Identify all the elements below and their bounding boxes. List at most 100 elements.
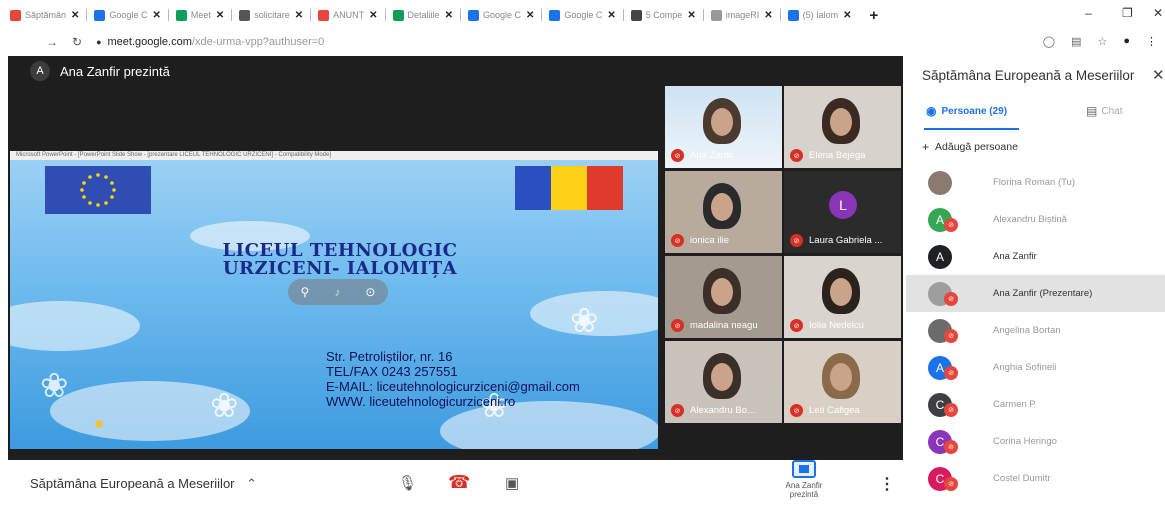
participant-name: Angelina Bortan <box>993 325 1061 336</box>
participant-row[interactable]: ⊘ Angelina Bortan <box>906 312 1165 349</box>
minimize-icon[interactable]: – <box>1085 6 1092 20</box>
participant-row[interactable]: Florina Roman (Tu) <box>906 164 1165 201</box>
tab-close-icon[interactable]: ✕ <box>607 10 615 21</box>
end-call-button[interactable]: ☎ <box>448 472 470 493</box>
tab-favicon-icon <box>10 9 21 21</box>
shared-slide: Microsoft PowerPoint - [PowerPoint Slide… <box>10 151 658 449</box>
tab-close-icon[interactable]: ✕ <box>843 10 851 21</box>
forward-icon[interactable]: → <box>46 35 58 49</box>
tab-close-icon[interactable]: ✕ <box>369 10 377 21</box>
participant-name: Anghia Sofineli <box>993 362 1057 373</box>
mic-off-icon: ⊘ <box>944 217 958 232</box>
add-person-icon: + <box>922 140 930 154</box>
participant-row[interactable]: ⊘ Ana Zanfir (Prezentare) <box>906 275 1165 312</box>
browser-tab[interactable]: Meet ✕ <box>172 6 228 24</box>
video-tile[interactable]: ⊘ Alexandru Bo... <box>665 341 782 423</box>
browser-tab[interactable]: ANUNȚ ✕ <box>314 6 381 24</box>
tab-close-icon[interactable]: ✕ <box>526 10 534 21</box>
tab-close-icon[interactable]: ✕ <box>71 10 79 21</box>
tab-title: Google C <box>109 10 148 20</box>
tab-title: Detaliile <box>407 10 440 20</box>
browser-tab[interactable]: Google C ✕ <box>90 6 164 24</box>
browser-tab[interactable]: 5 Compe ✕ <box>627 6 700 24</box>
tab-close-icon[interactable]: ✕ <box>764 10 772 21</box>
participant-row[interactable]: C ⊘ Carmen P <box>906 386 1165 423</box>
tab-close-icon[interactable]: ✕ <box>687 10 695 21</box>
pin-icon[interactable]: ⚲ <box>301 285 310 299</box>
browser-tab[interactable]: solicitare ✕ <box>235 6 307 24</box>
participant-name: Florina Roman (Tu) <box>993 177 1076 188</box>
participant-name: Costel Dumitr <box>993 473 1051 484</box>
participant-avatar: C ⊘ <box>928 392 958 417</box>
participant-avatar: L <box>829 191 857 219</box>
mic-off-icon: ⊘ <box>944 402 958 417</box>
new-tab-icon[interactable]: + <box>870 7 879 24</box>
browser-menu-icon[interactable]: ⋮ <box>1146 35 1157 48</box>
panel-title: Săptămâna Europeană a Meseriilor <box>922 68 1135 83</box>
eu-flag <box>45 166 151 214</box>
tab-favicon-icon <box>392 9 404 21</box>
mute-icon[interactable]: ♪ <box>334 285 340 299</box>
participant-row[interactable]: A ⊘ Anghia Sofineli <box>906 349 1165 386</box>
butterfly-decoration: ❀ <box>570 302 599 340</box>
romania-flag <box>515 166 623 210</box>
video-tile[interactable]: ⊘ Ana Zanfir <box>665 86 782 168</box>
mic-off-icon: ⊘ <box>944 328 958 343</box>
browser-tab[interactable]: (5) Ialom ✕ <box>784 6 856 24</box>
camera-button[interactable]: ▣ <box>505 474 519 492</box>
browser-tab[interactable]: imageRI ✕ <box>707 6 777 24</box>
browser-tab-bar: Săptămân ✕ Google C ✕ Meet ✕ solicitare ✕ ANUNȚ ✕… <box>0 0 1165 30</box>
mic-off-icon: ⊘ <box>944 291 958 306</box>
profile-icon[interactable]: ● <box>1123 35 1130 48</box>
close-icon[interactable]: ✕ <box>1152 66 1165 84</box>
bookmark-star-icon[interactable]: ☆ <box>1097 35 1107 48</box>
video-tile[interactable]: L ⊘ Laura Gabriela ... <box>784 171 901 253</box>
participant-avatar: A ⊘ <box>928 207 958 232</box>
tab-people[interactable]: ◉ Persoane (29) <box>926 104 1007 118</box>
add-people-button[interactable]: + Adăugă persoane <box>922 140 1018 154</box>
share-icon[interactable]: ▤ <box>1071 35 1081 48</box>
butterfly-decoration: ❀ <box>210 387 239 425</box>
url-field[interactable]: meet.google.com/xde-urma-vpp?authuser=0 <box>108 36 325 48</box>
participant-row[interactable]: A ⊘ Alexandru Biștină <box>906 201 1165 238</box>
participant-row[interactable]: C ⊘ Costel Dumitr <box>906 460 1165 497</box>
tab-close-icon[interactable]: ✕ <box>445 10 453 21</box>
mic-off-icon: ⊘ <box>790 319 803 332</box>
video-tile[interactable]: ⊘ ionica ilie <box>665 171 782 253</box>
mic-off-icon: ⊘ <box>944 365 958 380</box>
video-tile[interactable]: ⊘ Iolia Nedelcu <box>784 256 901 338</box>
participant-avatar: A <box>928 244 952 269</box>
presenting-indicator[interactable]: Ana Zanfir prezintă <box>774 460 834 499</box>
video-tile[interactable]: ⊘ madalina neagu <box>665 256 782 338</box>
extension-icon[interactable]: ◯ <box>1043 35 1055 48</box>
tab-close-icon[interactable]: ✕ <box>152 10 160 21</box>
tab-close-icon[interactable]: ✕ <box>216 10 224 21</box>
browser-tab[interactable]: Google C ✕ <box>545 6 619 24</box>
tab-chat[interactable]: ▤ Chat <box>1086 104 1122 118</box>
tab-title: 5 Compe <box>645 10 683 20</box>
participant-name: Carmen P <box>993 399 1036 410</box>
tab-favicon-icon <box>318 9 330 21</box>
participant-row[interactable]: C ⊘ Corina Heringo <box>906 423 1165 460</box>
tab-close-icon[interactable]: ✕ <box>295 10 303 21</box>
tab-favicon-icon <box>549 9 561 21</box>
butterfly-decoration: ❀ <box>40 367 69 405</box>
close-window-icon[interactable]: ✕ <box>1153 6 1163 20</box>
chevron-up-icon[interactable]: ⌃ <box>246 476 257 491</box>
participant-avatar: ⊘ <box>928 281 958 306</box>
browser-tab[interactable]: Detaliile ✕ <box>389 6 457 24</box>
browser-tab[interactable]: Săptămân ✕ <box>6 6 83 24</box>
participant-name: Alexandru Biștină <box>993 214 1067 225</box>
participant-row[interactable]: A Ana Zanfir <box>906 238 1165 275</box>
meeting-title[interactable]: Săptămâna Europeană a Meseriilor ⌃ <box>30 476 257 492</box>
reload-icon[interactable]: ↻ <box>72 35 82 49</box>
tab-title: Săptămân <box>25 10 67 20</box>
microphone-button[interactable]: 🎙 <box>398 474 417 492</box>
options-icon[interactable]: ⊙ <box>365 285 375 299</box>
restore-icon[interactable]: ❐ <box>1122 6 1133 20</box>
browser-tab[interactable]: Google C ✕ <box>464 6 538 24</box>
tab-title: Google C <box>564 10 603 20</box>
video-tile[interactable]: ⊘ Elena Bejega <box>784 86 901 168</box>
more-options-button[interactable]: ⋮ <box>879 474 895 494</box>
video-tile[interactable]: ⊘ Leti Cafigea <box>784 341 901 423</box>
